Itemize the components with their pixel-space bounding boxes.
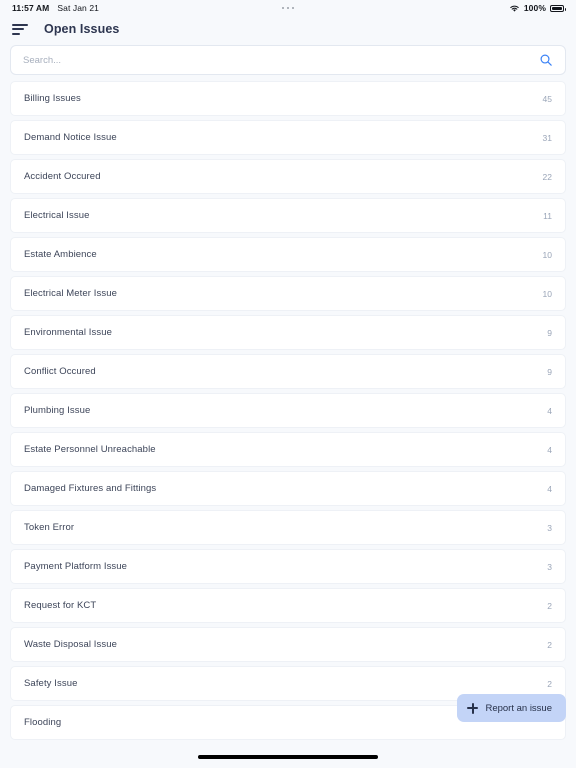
issue-row[interactable]: Environmental Issue 9 [10, 315, 566, 350]
issue-row[interactable]: Estate Ambience 10 [10, 237, 566, 272]
issue-row-count: 2 [547, 639, 552, 650]
issue-row-label: Request for KCT [24, 600, 97, 611]
issue-row-label: Flooding [24, 717, 62, 728]
issue-row-count: 11 [543, 210, 552, 221]
app-header: Open Issues [0, 16, 576, 42]
status-date: Sat Jan 21 [57, 3, 99, 13]
issue-row-count: 3 [547, 561, 552, 572]
issue-row-label: Electrical Issue [24, 210, 90, 221]
wifi-icon [510, 5, 519, 12]
menu-icon[interactable] [12, 23, 30, 36]
issue-row[interactable]: Demand Notice Issue 31 [10, 120, 566, 155]
search-icon[interactable] [539, 53, 553, 67]
issue-row-label: Demand Notice Issue [24, 132, 117, 143]
issue-list[interactable]: Billing Issues 45 Demand Notice Issue 31 Acc… [0, 81, 576, 746]
issue-row[interactable]: Electrical Meter Issue 10 [10, 276, 566, 311]
issue-row-count: 10 [542, 288, 552, 299]
issue-row-label: Waste Disposal Issue [24, 639, 117, 650]
issue-row[interactable]: Waste Disposal Issue 2 [10, 627, 566, 662]
issue-row-count: 4 [547, 405, 552, 416]
issue-row-label: Conflict Occured [24, 366, 96, 377]
search-input[interactable] [23, 54, 539, 66]
issue-row-count: 9 [547, 366, 552, 377]
issue-row-count: 4 [547, 483, 552, 494]
battery-percent: 100% [523, 3, 546, 13]
issue-row[interactable]: Request for KCT 2 [10, 588, 566, 623]
search-section [0, 42, 576, 81]
issue-row-count: 2 [547, 678, 552, 689]
issue-row[interactable]: Conflict Occured 9 [10, 354, 566, 389]
issue-row[interactable]: Electrical Issue 11 [10, 198, 566, 233]
issue-row[interactable]: Billing Issues 45 [10, 81, 566, 116]
status-bar: 11:57 AM Sat Jan 21 100% [0, 0, 576, 16]
home-indicator-area [0, 746, 576, 768]
multitask-dots-icon [282, 7, 294, 9]
issue-row[interactable]: Accident Occured 22 [10, 159, 566, 194]
search-bar[interactable] [10, 45, 566, 75]
app-screen: 11:57 AM Sat Jan 21 100% Open Issues Sea… [0, 0, 576, 768]
issue-row[interactable]: Plumbing Issue 4 [10, 393, 566, 428]
issue-row-label: Billing Issues [24, 93, 81, 104]
issue-row-label: Damaged Fixtures and Fittings [24, 483, 157, 494]
status-bar-left: 11:57 AM Sat Jan 21 [12, 3, 99, 13]
issue-row-label: Safety Issue [24, 678, 78, 689]
issue-row-count: 45 [542, 93, 552, 104]
issue-row[interactable]: Payment Platform Issue 3 [10, 549, 566, 584]
report-an-issue-label: Report an issue [485, 702, 552, 714]
issue-row-label: Estate Ambience [24, 249, 97, 260]
status-time: 11:57 AM [12, 3, 50, 13]
home-indicator[interactable] [198, 755, 378, 759]
issue-row-count: 3 [547, 522, 552, 533]
issue-row-label: Estate Personnel Unreachable [24, 444, 156, 455]
page-title: Open Issues [44, 22, 120, 36]
report-an-issue-button[interactable]: Report an issue [457, 694, 566, 722]
issue-row-label: Environmental Issue [24, 327, 112, 338]
plus-icon [467, 702, 479, 714]
issue-row-count: 2 [547, 600, 552, 611]
issue-row-count: 22 [542, 171, 552, 182]
issue-row[interactable]: Damaged Fixtures and Fittings 4 [10, 471, 566, 506]
issue-row-count: 4 [547, 444, 552, 455]
issue-row-label: Plumbing Issue [24, 405, 91, 416]
status-bar-right: 100% [509, 3, 566, 13]
issue-row-count: 31 [542, 132, 552, 143]
issue-row-count: 9 [547, 327, 552, 338]
issue-row-count: 10 [542, 249, 552, 260]
issue-row-label: Payment Platform Issue [24, 561, 128, 572]
issue-row[interactable]: Estate Personnel Unreachable 4 [10, 432, 566, 467]
issue-row-label: Accident Occured [24, 171, 101, 182]
issue-row-label: Token Error [24, 522, 75, 533]
battery-full-icon [550, 4, 566, 12]
issue-row-label: Electrical Meter Issue [24, 288, 118, 299]
issue-row[interactable]: Token Error 3 [10, 510, 566, 545]
